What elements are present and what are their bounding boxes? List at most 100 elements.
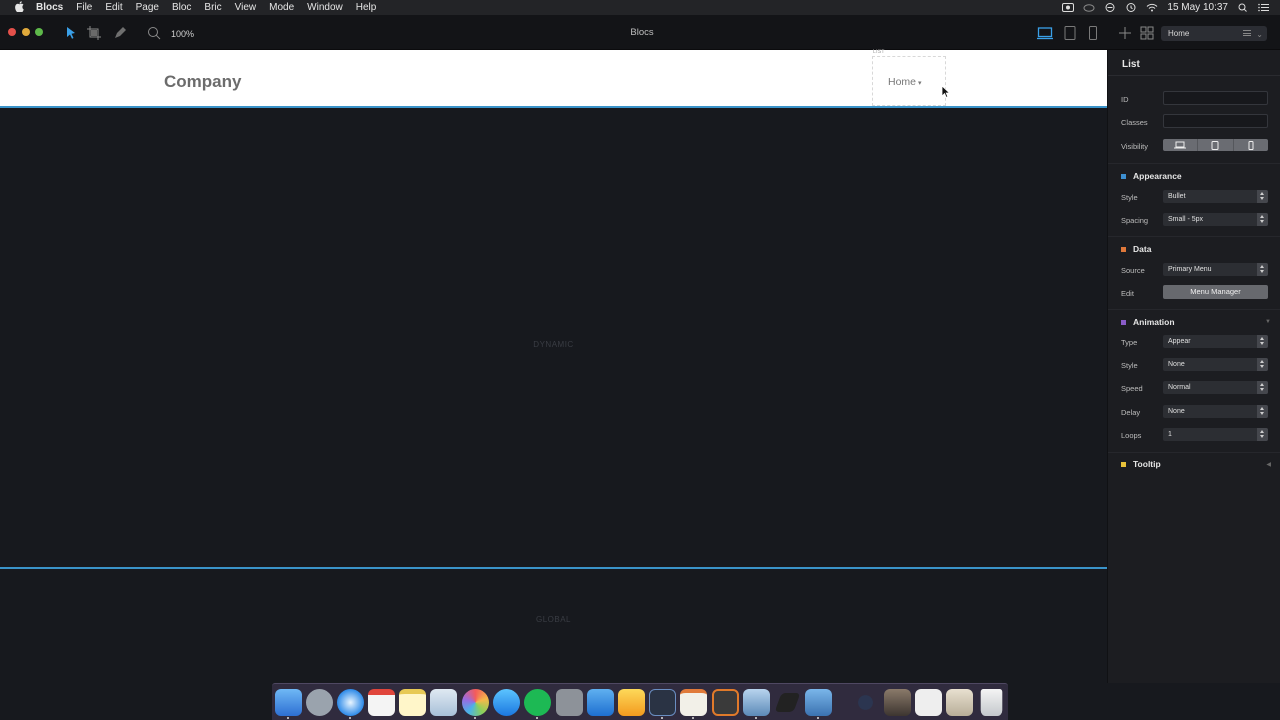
wifi-icon[interactable] xyxy=(1146,3,1158,12)
stepper-arrows-icon[interactable] xyxy=(1257,428,1268,441)
menu-clock[interactable]: 15 May 10:37 xyxy=(1167,2,1228,13)
menu-bar: Blocs File Edit Page Bloc Bric View Mode… xyxy=(0,0,1280,15)
window-zoom-button[interactable] xyxy=(35,28,43,36)
menu-view[interactable]: View xyxy=(235,2,257,13)
screen-record-icon[interactable] xyxy=(1062,3,1075,12)
data-section-header[interactable]: Data xyxy=(1121,244,1151,254)
animation-style-select[interactable]: None xyxy=(1163,358,1268,371)
grid-view-icon[interactable] xyxy=(1139,25,1155,41)
classes-field[interactable] xyxy=(1163,114,1268,128)
pen-app-icon[interactable] xyxy=(774,693,801,712)
screenflow-icon[interactable] xyxy=(805,689,832,716)
global-area-label: GLOBAL xyxy=(535,615,571,624)
header-bloc[interactable]: Company LIST Home ▾ xyxy=(0,49,1107,108)
tablet-view-icon[interactable] xyxy=(1062,25,1078,41)
menu-blocs[interactable]: Blocs xyxy=(36,2,63,13)
zoom-tool-icon[interactable] xyxy=(146,25,162,41)
brand-company[interactable]: Company xyxy=(164,72,241,92)
tooltip-section-header[interactable]: Tooltip xyxy=(1121,459,1161,469)
blocs-icon[interactable] xyxy=(649,689,676,716)
visibility-toggle xyxy=(1163,139,1268,151)
sublime-text-icon[interactable] xyxy=(712,689,739,716)
animation-speed-select[interactable]: Normal xyxy=(1163,381,1268,394)
id-field[interactable] xyxy=(1163,91,1268,105)
phone-view-icon[interactable] xyxy=(1085,25,1101,41)
safari-icon[interactable] xyxy=(337,689,364,716)
style-tool-icon[interactable] xyxy=(112,25,128,41)
preview-icon[interactable] xyxy=(430,689,457,716)
zoom-level[interactable]: 100% xyxy=(171,29,194,39)
visibility-tablet-icon[interactable] xyxy=(1198,139,1234,151)
pages-icon[interactable] xyxy=(680,689,707,716)
window-minimize-button[interactable] xyxy=(22,28,30,36)
app-store-icon[interactable] xyxy=(493,689,520,716)
spotify-icon[interactable] xyxy=(524,689,551,716)
nav-item-label: Home xyxy=(888,76,917,88)
time-machine-icon[interactable] xyxy=(1125,3,1137,12)
cloud-icon[interactable] xyxy=(1083,3,1095,12)
running-indicator xyxy=(817,717,819,719)
add-bloc-icon[interactable] xyxy=(1117,25,1133,41)
appearance-style-select[interactable]: Bullet xyxy=(1163,190,1268,203)
select-tool-icon[interactable] xyxy=(63,25,79,41)
source-select[interactable]: Primary Menu xyxy=(1163,263,1268,276)
crop-tool-icon[interactable] xyxy=(86,25,102,41)
page-select[interactable]: Home ⌄ xyxy=(1161,26,1267,41)
apple-menu-icon[interactable] xyxy=(12,0,26,15)
menu-manager-button[interactable]: Menu Manager xyxy=(1163,285,1268,299)
animation-style-value: None xyxy=(1168,361,1185,368)
animation-loops-value: 1 xyxy=(1168,431,1172,438)
select-arrows-icon xyxy=(1257,335,1268,348)
window-close-button[interactable] xyxy=(8,28,16,36)
do-not-disturb-icon[interactable] xyxy=(1104,3,1116,12)
sketch-icon[interactable] xyxy=(618,689,645,716)
image-editor-icon[interactable] xyxy=(743,689,770,716)
xcode-icon[interactable] xyxy=(587,689,614,716)
desktop-view-icon[interactable] xyxy=(1037,25,1053,41)
appearance-color-icon xyxy=(1121,173,1126,179)
visibility-phone-icon[interactable] xyxy=(1234,139,1268,151)
source-label: Source xyxy=(1121,266,1145,275)
documents-stack-icon[interactable] xyxy=(915,689,942,716)
animation-loops-stepper[interactable]: 1 xyxy=(1163,428,1268,441)
section-divider xyxy=(1108,452,1280,453)
animation-delay-value: None xyxy=(1168,408,1185,415)
notes-icon[interactable] xyxy=(399,689,426,716)
select-arrows-icon xyxy=(1257,213,1268,226)
spotlight-search-icon[interactable] xyxy=(1237,3,1249,12)
design-canvas[interactable]: Company LIST Home ▾ DYNAMIC GLOBAL xyxy=(0,49,1107,683)
menu-bric[interactable]: Bric xyxy=(204,2,221,13)
nav-item-home[interactable]: Home ▾ xyxy=(888,76,922,88)
finder-icon[interactable] xyxy=(275,689,302,716)
animation-delay-select[interactable]: None xyxy=(1163,405,1268,418)
menu-page[interactable]: Page xyxy=(136,2,159,13)
menu-window[interactable]: Window xyxy=(307,2,343,13)
menu-edit[interactable]: Edit xyxy=(105,2,122,13)
menu-mode[interactable]: Mode xyxy=(269,2,294,13)
notification-center-icon[interactable] xyxy=(1258,3,1270,12)
launchpad-icon[interactable] xyxy=(306,689,333,716)
desktop-stack-icon[interactable] xyxy=(946,689,973,716)
animation-style-label: Style xyxy=(1121,361,1138,370)
calendar-icon[interactable] xyxy=(368,689,395,716)
tooltip-title: Tooltip xyxy=(1133,459,1161,469)
expand-toggle-icon[interactable]: ◀ xyxy=(1266,461,1271,468)
trash-icon[interactable] xyxy=(980,689,1003,716)
collapse-toggle-icon[interactable]: ▼ xyxy=(1265,319,1271,325)
downloads-stack-icon[interactable] xyxy=(858,695,873,710)
system-preferences-icon[interactable] xyxy=(556,689,583,716)
photo-stack-icon[interactable] xyxy=(884,689,911,716)
spacing-select[interactable]: Small - 5px xyxy=(1163,213,1268,226)
page-settings-icon[interactable] xyxy=(1243,30,1251,36)
menu-help[interactable]: Help xyxy=(356,2,377,13)
spacing-value: Small - 5px xyxy=(1168,216,1204,223)
photos-icon[interactable] xyxy=(462,689,489,716)
visibility-desktop-icon[interactable] xyxy=(1163,139,1199,151)
classes-label: Classes xyxy=(1121,118,1148,127)
menu-bloc[interactable]: Bloc xyxy=(172,2,191,13)
animation-section-header[interactable]: Animation xyxy=(1121,317,1175,327)
appearance-section-header[interactable]: Appearance xyxy=(1121,171,1182,181)
animation-speed-value: Normal xyxy=(1168,384,1191,391)
menu-file[interactable]: File xyxy=(76,2,92,13)
animation-type-select[interactable]: Appear xyxy=(1163,335,1268,348)
